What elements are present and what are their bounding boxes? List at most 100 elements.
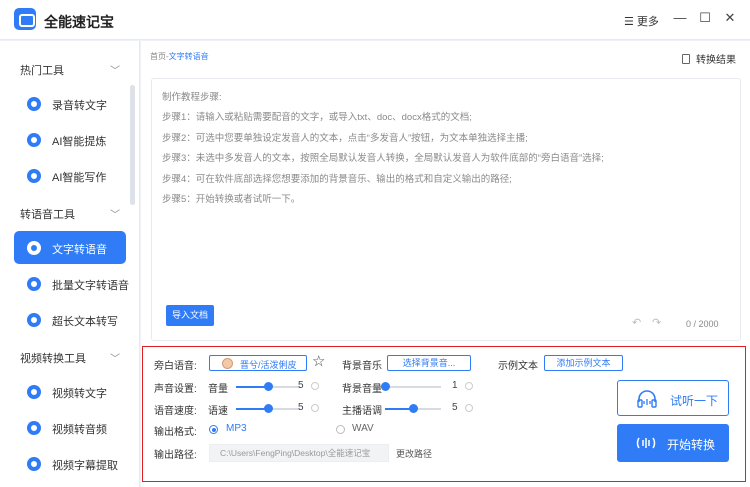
output-path-field[interactable]: C:\Users\FengPing\Desktop\全能速记宝: [209, 444, 389, 462]
pitch-label: 主播语调: [342, 406, 382, 417]
sidebar-item-label: 超长文本转写: [52, 316, 118, 328]
chevron-down-icon: ﹀: [110, 210, 120, 221]
bg-volume-value: 1: [452, 380, 458, 391]
pitch-value: 5: [452, 402, 458, 413]
path-label: 输出路径:: [154, 450, 197, 461]
add-sample-text-button[interactable]: 添加示例文本: [544, 355, 623, 371]
listen-button[interactable]: 试听一下: [617, 380, 729, 416]
ai-write-icon: [27, 169, 41, 183]
select-bgm-button[interactable]: 选择背景音...: [387, 355, 471, 371]
section-title: 转语音工具: [20, 209, 75, 221]
reset-icon[interactable]: [311, 404, 319, 412]
bg-volume-label: 背景音量: [342, 384, 382, 395]
sidebar-item-ai-extract[interactable]: AI智能提炼: [14, 123, 126, 156]
text-editor[interactable]: 制作教程步骤: 步骤1：请输入或粘贴需要配音的文字，或导入txt、doc、doc…: [151, 78, 741, 341]
sidebar-item-long-text[interactable]: 超长文本转写: [14, 303, 126, 336]
slider-knob[interactable]: [381, 382, 390, 391]
video-audio-icon: [27, 421, 41, 435]
star-icon[interactable]: ☆: [312, 352, 325, 370]
conversion-result-label: 转换结果: [696, 55, 736, 66]
speed-label: 语速: [208, 406, 228, 417]
undo-icon[interactable]: ↶: [632, 316, 641, 329]
speed-slider[interactable]: [236, 404, 300, 413]
start-label: 开始转换: [667, 438, 716, 452]
app-title: 全能速记宝: [44, 14, 114, 30]
breadcrumb-home[interactable]: 首页: [150, 52, 166, 61]
char-counter: 0 / 2000: [686, 319, 719, 329]
format-wav-label[interactable]: WAV: [352, 423, 374, 434]
breadcrumb-current: 文字转语音: [168, 52, 209, 61]
sidebar-item-video-to-audio[interactable]: 视频转音频: [14, 411, 126, 444]
sidebar-item-label: 视频转音频: [52, 424, 107, 436]
format-mp3-label[interactable]: MP3: [226, 423, 247, 434]
sidebar-section-hot-tools[interactable]: 热门工具 ﹀: [20, 62, 120, 80]
headphones-icon: [637, 390, 657, 408]
more-menu-button[interactable]: ☰ 更多: [624, 13, 659, 29]
sidebar-item-label: 批量文字转语音: [52, 280, 129, 292]
tutorial-line: 步骤2：可选中您要单独设定发音人的文本，点击“多发音人”按钮，为文本单独选择主播…: [162, 132, 528, 144]
listen-label: 试听一下: [670, 394, 719, 408]
slider-knob[interactable]: [264, 382, 273, 391]
speed-section-label: 语音速度:: [154, 406, 197, 417]
document-icon: [682, 54, 690, 64]
speed-value: 5: [298, 402, 304, 413]
format-label: 输出格式:: [154, 427, 197, 438]
bg-volume-slider[interactable]: [381, 382, 441, 391]
sidebar-item-label: 录音转文字: [52, 100, 107, 112]
sidebar-item-video-to-text[interactable]: 视频转文字: [14, 375, 126, 408]
menu-icon: ☰: [624, 16, 637, 28]
section-title: 热门工具: [20, 65, 64, 77]
sidebar-item-subtitle-extract[interactable]: 视频字幕提取: [14, 447, 126, 480]
sidebar-section-video-tools[interactable]: 视频转换工具 ﹀: [20, 350, 120, 368]
sidebar-item-label: 视频转文字: [52, 388, 107, 400]
conversion-result-button[interactable]: 转换结果: [682, 51, 736, 66]
volume-value: 5: [298, 380, 304, 391]
sidebar-item-ai-write[interactable]: AI智能写作: [14, 159, 126, 192]
batch-tts-icon: [27, 277, 41, 291]
tutorial-line: 步骤5：开始转换或者试听一下。: [162, 194, 301, 206]
sample-text-label: 示例文本: [498, 361, 538, 372]
tutorial-line: 步骤1：请输入或粘贴需要配音的文字，或导入txt、doc、docx格式的文档;: [162, 112, 472, 124]
sidebar-scrollbar[interactable]: [130, 85, 135, 205]
tutorial-line: 步骤4：可在软件底部选择您想要添加的背景音乐、输出的格式和自定义输出的路径;: [162, 173, 512, 185]
avatar: [222, 358, 233, 369]
chevron-down-icon: ﹀: [110, 66, 120, 77]
reset-icon[interactable]: [465, 404, 473, 412]
reset-icon[interactable]: [311, 382, 319, 390]
video-text-icon: [27, 385, 41, 399]
tutorial-line: 步骤3：未选中多发音人的文本，按照全局默认发音人转换，全局默认发音人为软件底部的…: [162, 153, 604, 165]
volume-slider[interactable]: [236, 382, 300, 391]
format-mp3-radio[interactable]: [209, 425, 218, 434]
slider-knob[interactable]: [409, 404, 418, 413]
pitch-slider[interactable]: [385, 404, 441, 413]
sound-settings-label: 声音设置:: [154, 384, 197, 395]
maximize-button[interactable]: ☐: [697, 10, 713, 26]
sidebar-section-tts-tools[interactable]: 转语音工具 ﹀: [20, 206, 120, 224]
section-title: 视频转换工具: [20, 353, 86, 365]
import-document-button[interactable]: 导入文档: [166, 305, 214, 326]
minimize-button[interactable]: —: [672, 10, 688, 26]
sidebar-item-text-to-speech[interactable]: 文字转语音: [14, 231, 126, 264]
sidebar-item-audio-to-text[interactable]: 录音转文字: [14, 87, 126, 120]
app-logo-icon: [14, 8, 36, 30]
tts-icon: [27, 241, 41, 255]
reset-icon[interactable]: [465, 382, 473, 390]
mic-icon: [27, 97, 41, 111]
main-panel: 首页-文字转语音 转换结果 制作教程步骤: 步骤1：请输入或粘贴需要配音的文字，…: [141, 41, 750, 487]
volume-label: 音量: [208, 384, 228, 395]
sidebar-item-label: 文字转语音: [52, 244, 107, 256]
format-wav-radio[interactable]: [336, 425, 345, 434]
redo-icon[interactable]: ↷: [652, 316, 661, 329]
narration-voice-button[interactable]: 晋兮/活泼俐皮: [209, 355, 307, 371]
slider-knob[interactable]: [264, 404, 273, 413]
settings-panel: 旁白语音: 晋兮/活泼俐皮 ☆ 背景音乐 选择背景音... 示例文本 添加示例文…: [142, 346, 746, 482]
change-path-link[interactable]: 更改路径: [396, 447, 432, 460]
start-conversion-button[interactable]: 开始转换: [617, 424, 729, 462]
close-button[interactable]: ✕: [722, 10, 738, 26]
subtitle-icon: [27, 457, 41, 471]
title-bar: 全能速记宝 ☰ 更多 — ☐ ✕: [0, 0, 750, 40]
sidebar-item-label: AI智能提炼: [52, 136, 107, 148]
sidebar-item-label: AI智能写作: [52, 172, 107, 184]
long-text-icon: [27, 313, 41, 327]
sidebar-item-batch-tts[interactable]: 批量文字转语音: [14, 267, 129, 300]
